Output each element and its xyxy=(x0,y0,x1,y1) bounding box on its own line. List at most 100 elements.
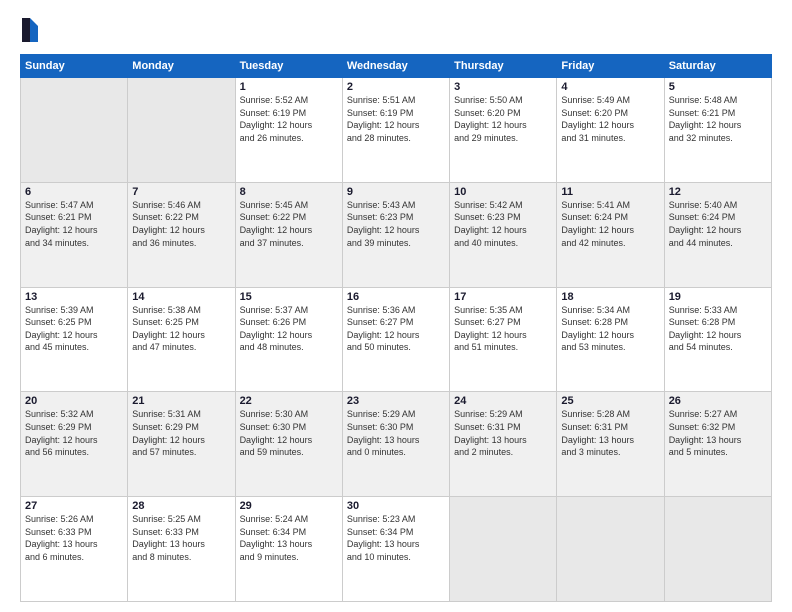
day-info: Sunrise: 5:51 AM Sunset: 6:19 PM Dayligh… xyxy=(347,94,445,144)
calendar-cell: 26Sunrise: 5:27 AM Sunset: 6:32 PM Dayli… xyxy=(664,392,771,497)
day-number: 3 xyxy=(454,81,552,93)
day-number: 28 xyxy=(132,500,230,512)
calendar-week-row: 27Sunrise: 5:26 AM Sunset: 6:33 PM Dayli… xyxy=(21,497,772,602)
day-number: 29 xyxy=(240,500,338,512)
calendar-cell: 10Sunrise: 5:42 AM Sunset: 6:23 PM Dayli… xyxy=(450,182,557,287)
day-number: 20 xyxy=(25,395,123,407)
calendar-cell: 19Sunrise: 5:33 AM Sunset: 6:28 PM Dayli… xyxy=(664,287,771,392)
day-number: 8 xyxy=(240,186,338,198)
calendar-week-row: 20Sunrise: 5:32 AM Sunset: 6:29 PM Dayli… xyxy=(21,392,772,497)
day-info: Sunrise: 5:33 AM Sunset: 6:28 PM Dayligh… xyxy=(669,304,767,354)
logo-icon xyxy=(20,16,40,44)
day-number: 1 xyxy=(240,81,338,93)
day-info: Sunrise: 5:32 AM Sunset: 6:29 PM Dayligh… xyxy=(25,408,123,458)
day-number: 11 xyxy=(561,186,659,198)
day-info: Sunrise: 5:23 AM Sunset: 6:34 PM Dayligh… xyxy=(347,513,445,563)
day-info: Sunrise: 5:46 AM Sunset: 6:22 PM Dayligh… xyxy=(132,199,230,249)
weekday-header-sunday: Sunday xyxy=(21,55,128,78)
day-number: 22 xyxy=(240,395,338,407)
day-number: 7 xyxy=(132,186,230,198)
weekday-header-wednesday: Wednesday xyxy=(342,55,449,78)
calendar-cell: 6Sunrise: 5:47 AM Sunset: 6:21 PM Daylig… xyxy=(21,182,128,287)
day-info: Sunrise: 5:27 AM Sunset: 6:32 PM Dayligh… xyxy=(669,408,767,458)
calendar-cell xyxy=(557,497,664,602)
day-info: Sunrise: 5:43 AM Sunset: 6:23 PM Dayligh… xyxy=(347,199,445,249)
day-info: Sunrise: 5:47 AM Sunset: 6:21 PM Dayligh… xyxy=(25,199,123,249)
day-number: 9 xyxy=(347,186,445,198)
day-info: Sunrise: 5:48 AM Sunset: 6:21 PM Dayligh… xyxy=(669,94,767,144)
calendar-cell: 1Sunrise: 5:52 AM Sunset: 6:19 PM Daylig… xyxy=(235,78,342,183)
calendar-week-row: 6Sunrise: 5:47 AM Sunset: 6:21 PM Daylig… xyxy=(21,182,772,287)
calendar-cell: 9Sunrise: 5:43 AM Sunset: 6:23 PM Daylig… xyxy=(342,182,449,287)
calendar-week-row: 13Sunrise: 5:39 AM Sunset: 6:25 PM Dayli… xyxy=(21,287,772,392)
day-info: Sunrise: 5:45 AM Sunset: 6:22 PM Dayligh… xyxy=(240,199,338,249)
calendar-cell: 18Sunrise: 5:34 AM Sunset: 6:28 PM Dayli… xyxy=(557,287,664,392)
day-number: 19 xyxy=(669,291,767,303)
weekday-header-saturday: Saturday xyxy=(664,55,771,78)
calendar-cell: 15Sunrise: 5:37 AM Sunset: 6:26 PM Dayli… xyxy=(235,287,342,392)
day-number: 24 xyxy=(454,395,552,407)
day-number: 14 xyxy=(132,291,230,303)
day-info: Sunrise: 5:26 AM Sunset: 6:33 PM Dayligh… xyxy=(25,513,123,563)
calendar-cell xyxy=(128,78,235,183)
day-info: Sunrise: 5:42 AM Sunset: 6:23 PM Dayligh… xyxy=(454,199,552,249)
day-info: Sunrise: 5:25 AM Sunset: 6:33 PM Dayligh… xyxy=(132,513,230,563)
header xyxy=(20,16,772,44)
calendar-cell: 5Sunrise: 5:48 AM Sunset: 6:21 PM Daylig… xyxy=(664,78,771,183)
calendar-cell: 13Sunrise: 5:39 AM Sunset: 6:25 PM Dayli… xyxy=(21,287,128,392)
day-info: Sunrise: 5:52 AM Sunset: 6:19 PM Dayligh… xyxy=(240,94,338,144)
day-info: Sunrise: 5:31 AM Sunset: 6:29 PM Dayligh… xyxy=(132,408,230,458)
day-info: Sunrise: 5:24 AM Sunset: 6:34 PM Dayligh… xyxy=(240,513,338,563)
calendar-cell: 29Sunrise: 5:24 AM Sunset: 6:34 PM Dayli… xyxy=(235,497,342,602)
day-info: Sunrise: 5:39 AM Sunset: 6:25 PM Dayligh… xyxy=(25,304,123,354)
day-info: Sunrise: 5:36 AM Sunset: 6:27 PM Dayligh… xyxy=(347,304,445,354)
calendar-cell: 17Sunrise: 5:35 AM Sunset: 6:27 PM Dayli… xyxy=(450,287,557,392)
day-number: 30 xyxy=(347,500,445,512)
calendar-cell: 16Sunrise: 5:36 AM Sunset: 6:27 PM Dayli… xyxy=(342,287,449,392)
day-info: Sunrise: 5:41 AM Sunset: 6:24 PM Dayligh… xyxy=(561,199,659,249)
day-number: 26 xyxy=(669,395,767,407)
logo xyxy=(20,16,42,44)
day-info: Sunrise: 5:34 AM Sunset: 6:28 PM Dayligh… xyxy=(561,304,659,354)
day-number: 10 xyxy=(454,186,552,198)
calendar-cell: 7Sunrise: 5:46 AM Sunset: 6:22 PM Daylig… xyxy=(128,182,235,287)
day-number: 18 xyxy=(561,291,659,303)
day-info: Sunrise: 5:49 AM Sunset: 6:20 PM Dayligh… xyxy=(561,94,659,144)
day-number: 25 xyxy=(561,395,659,407)
calendar-cell: 30Sunrise: 5:23 AM Sunset: 6:34 PM Dayli… xyxy=(342,497,449,602)
day-number: 17 xyxy=(454,291,552,303)
calendar-cell: 20Sunrise: 5:32 AM Sunset: 6:29 PM Dayli… xyxy=(21,392,128,497)
calendar-cell xyxy=(21,78,128,183)
weekday-header-friday: Friday xyxy=(557,55,664,78)
day-info: Sunrise: 5:38 AM Sunset: 6:25 PM Dayligh… xyxy=(132,304,230,354)
calendar-cell: 12Sunrise: 5:40 AM Sunset: 6:24 PM Dayli… xyxy=(664,182,771,287)
calendar-cell: 24Sunrise: 5:29 AM Sunset: 6:31 PM Dayli… xyxy=(450,392,557,497)
calendar-week-row: 1Sunrise: 5:52 AM Sunset: 6:19 PM Daylig… xyxy=(21,78,772,183)
calendar-cell: 4Sunrise: 5:49 AM Sunset: 6:20 PM Daylig… xyxy=(557,78,664,183)
day-info: Sunrise: 5:35 AM Sunset: 6:27 PM Dayligh… xyxy=(454,304,552,354)
day-number: 23 xyxy=(347,395,445,407)
day-info: Sunrise: 5:29 AM Sunset: 6:31 PM Dayligh… xyxy=(454,408,552,458)
page: SundayMondayTuesdayWednesdayThursdayFrid… xyxy=(0,0,792,612)
calendar-cell: 28Sunrise: 5:25 AM Sunset: 6:33 PM Dayli… xyxy=(128,497,235,602)
day-number: 13 xyxy=(25,291,123,303)
calendar-cell: 3Sunrise: 5:50 AM Sunset: 6:20 PM Daylig… xyxy=(450,78,557,183)
calendar-cell: 21Sunrise: 5:31 AM Sunset: 6:29 PM Dayli… xyxy=(128,392,235,497)
calendar-cell: 14Sunrise: 5:38 AM Sunset: 6:25 PM Dayli… xyxy=(128,287,235,392)
calendar-cell: 25Sunrise: 5:28 AM Sunset: 6:31 PM Dayli… xyxy=(557,392,664,497)
calendar-table: SundayMondayTuesdayWednesdayThursdayFrid… xyxy=(20,54,772,602)
day-number: 2 xyxy=(347,81,445,93)
day-number: 12 xyxy=(669,186,767,198)
day-number: 21 xyxy=(132,395,230,407)
calendar-cell: 11Sunrise: 5:41 AM Sunset: 6:24 PM Dayli… xyxy=(557,182,664,287)
day-info: Sunrise: 5:30 AM Sunset: 6:30 PM Dayligh… xyxy=(240,408,338,458)
weekday-header-thursday: Thursday xyxy=(450,55,557,78)
day-number: 5 xyxy=(669,81,767,93)
weekday-header-tuesday: Tuesday xyxy=(235,55,342,78)
day-number: 4 xyxy=(561,81,659,93)
day-info: Sunrise: 5:28 AM Sunset: 6:31 PM Dayligh… xyxy=(561,408,659,458)
day-info: Sunrise: 5:29 AM Sunset: 6:30 PM Dayligh… xyxy=(347,408,445,458)
day-number: 15 xyxy=(240,291,338,303)
calendar-cell xyxy=(664,497,771,602)
weekday-header-monday: Monday xyxy=(128,55,235,78)
